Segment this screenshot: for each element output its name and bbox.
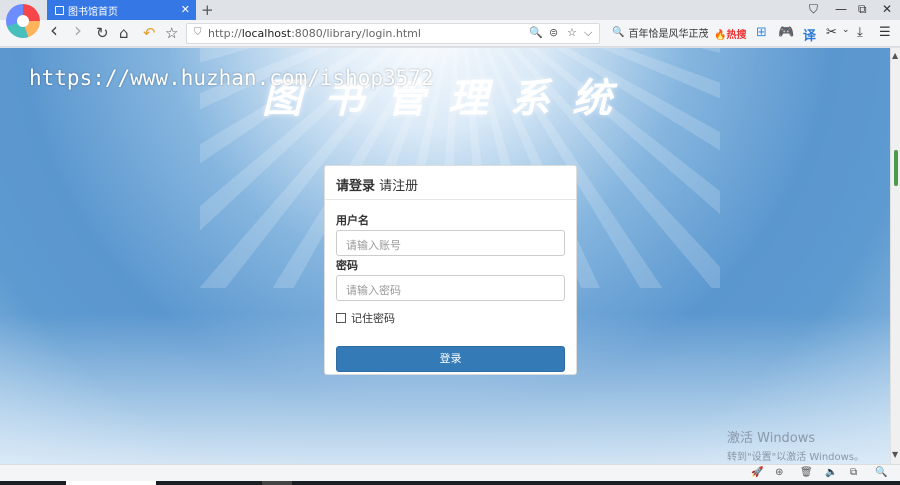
download-icon[interactable]: ⤓ bbox=[857, 25, 863, 40]
forward-icon[interactable]: › bbox=[74, 20, 82, 40]
tab-title: 图书馆首页 bbox=[68, 6, 118, 18]
status-bar: 🚀 ⊛ 🗑 🔈 ⧉ 🔍 bbox=[0, 464, 900, 481]
password-label: 密码 bbox=[336, 259, 358, 272]
minimize-button[interactable]: — bbox=[835, 2, 847, 16]
taskbar-item[interactable] bbox=[262, 481, 292, 485]
browser-logo-icon[interactable] bbox=[6, 4, 40, 38]
vertical-scrollbar[interactable]: ▲ ▼ bbox=[890, 48, 900, 464]
apps-icon[interactable]: ⊞ bbox=[756, 25, 767, 40]
tab-strip: 图书馆首页 ✕ + ⛉ — ⧉ ✕ bbox=[0, 0, 900, 38]
tab-library-home[interactable]: 图书馆首页 ✕ bbox=[47, 0, 196, 20]
pin-icon[interactable]: ⛉ bbox=[809, 2, 818, 17]
browser-toolbar: ‹ › ↻ ⌂ ↶ ☆ ⛉ http://localhost:8080/libr… bbox=[0, 20, 900, 47]
translate-icon[interactable]: 译 bbox=[803, 25, 816, 44]
browser-shield-icon[interactable]: ⊛ bbox=[775, 467, 783, 478]
volume-icon[interactable]: 🔈 bbox=[825, 467, 837, 478]
login-panel-header: 请登录 请注册 bbox=[325, 166, 576, 200]
username-label: 用户名 bbox=[336, 214, 369, 227]
zoom-status-icon[interactable]: 🔍 bbox=[875, 467, 887, 478]
bookmark-star-icon[interactable]: ☆ bbox=[567, 26, 577, 39]
trash-icon[interactable]: 🗑 bbox=[800, 467, 813, 478]
address-url[interactable]: http://localhost:8080/library/login.html bbox=[208, 27, 421, 40]
scroll-down-icon[interactable]: ▼ bbox=[892, 450, 898, 459]
taskbar-item[interactable] bbox=[66, 481, 156, 485]
tab-close-icon[interactable]: ✕ bbox=[181, 3, 190, 16]
restore-button[interactable]: ⧉ bbox=[858, 2, 867, 17]
reload-icon[interactable]: ↻ bbox=[96, 24, 109, 42]
back-icon[interactable]: ‹ bbox=[50, 20, 58, 40]
activation-hint: 转到"设置"以激活 Windows。 bbox=[727, 452, 865, 463]
hot-search-badge[interactable]: 🔥热搜 bbox=[714, 26, 746, 41]
reader-mode-icon[interactable]: ⊜ bbox=[549, 26, 558, 39]
remember-checkbox[interactable] bbox=[336, 313, 346, 323]
search-icon: 🔍 bbox=[612, 27, 625, 38]
search-suggestion[interactable]: 百年恰是风华正茂 bbox=[628, 25, 708, 40]
new-tab-button[interactable]: + bbox=[201, 0, 214, 20]
window-icon[interactable]: ⧉ bbox=[850, 467, 857, 478]
tab-login[interactable]: 请登录 bbox=[336, 179, 375, 194]
undo-close-icon[interactable]: ↶ bbox=[143, 24, 156, 42]
shield-icon: ⛉ bbox=[194, 27, 202, 38]
home-icon[interactable]: ⌂ bbox=[119, 24, 129, 42]
accelerate-icon[interactable]: 🚀 bbox=[751, 467, 763, 478]
page-favicon-icon bbox=[55, 5, 64, 15]
watermark-url: https://www.huzhan.com/ishop3572 bbox=[29, 66, 434, 90]
address-bar[interactable]: ⛉ http://localhost:8080/library/login.ht… bbox=[186, 23, 600, 44]
remember-label: 记住密码 bbox=[351, 312, 395, 325]
username-input[interactable]: 请输入账号 bbox=[336, 230, 565, 256]
scroll-up-icon[interactable]: ▲ bbox=[892, 51, 898, 60]
address-dropdown-icon[interactable]: ⌵ bbox=[584, 26, 592, 40]
login-panel: 请登录 请注册 用户名 请输入账号 密码 请输入密码 记住密码 登录 bbox=[324, 165, 577, 375]
menu-icon[interactable]: ☰ bbox=[879, 25, 891, 40]
taskbar bbox=[0, 481, 900, 485]
login-button[interactable]: 登录 bbox=[336, 346, 565, 372]
screenshot-dropdown-icon[interactable]: ⌄ bbox=[842, 25, 850, 35]
page-content: 图书管理系统 https://www.huzhan.com/ishop3572 … bbox=[0, 48, 890, 464]
remember-password[interactable]: 记住密码 bbox=[336, 310, 395, 326]
search-box[interactable]: 🔍 百年恰是风华正茂 bbox=[612, 25, 708, 40]
scroll-thumb[interactable] bbox=[894, 150, 898, 186]
windows-activation-notice: 激活 Windows 转到"设置"以激活 Windows。 bbox=[727, 427, 864, 463]
zoom-icon[interactable]: 🔍 bbox=[529, 26, 543, 39]
activation-title: 激活 Windows bbox=[727, 431, 816, 446]
close-window-button[interactable]: ✕ bbox=[882, 2, 892, 16]
game-icon[interactable]: 🎮 bbox=[778, 25, 794, 40]
tab-register[interactable]: 请注册 bbox=[379, 179, 418, 194]
screenshot-icon[interactable]: ✂ bbox=[826, 25, 837, 40]
password-input[interactable]: 请输入密码 bbox=[336, 275, 565, 301]
favorites-icon[interactable]: ☆ bbox=[165, 24, 178, 42]
